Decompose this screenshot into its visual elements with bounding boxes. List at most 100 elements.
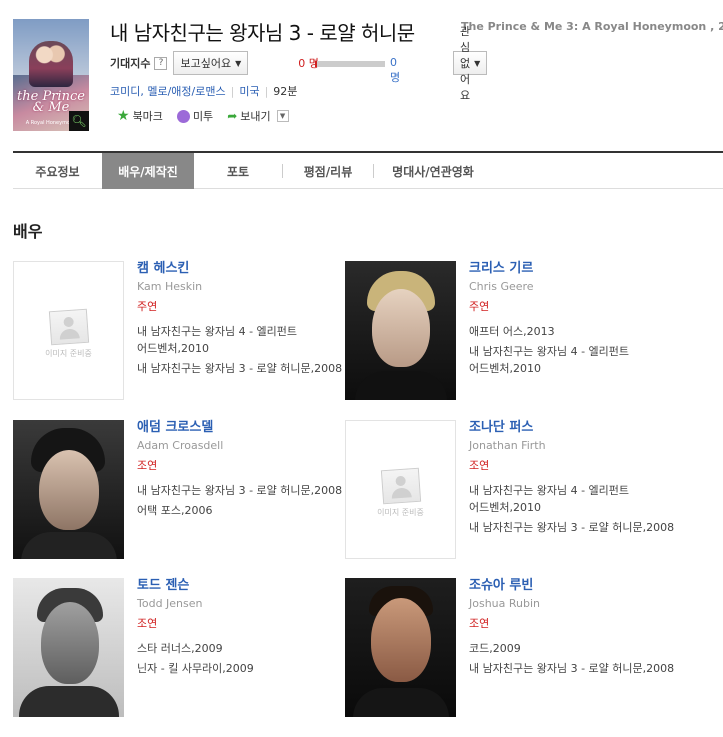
filmography: 애프터 어스,2013 내 남자친구는 왕자님 4 - 엘리펀트 어드벤처,20… xyxy=(469,323,679,377)
actor-role: 주연 xyxy=(469,300,490,313)
metoo-button[interactable]: 미투 xyxy=(176,108,214,124)
film-link[interactable]: 닌자 - 킬 사무라이,2009 xyxy=(137,660,347,677)
actor-name-link[interactable]: 조나단 퍼스 xyxy=(469,420,679,435)
actor-photo[interactable] xyxy=(13,578,124,717)
placeholder-text: 이미지 준비중 xyxy=(45,349,92,358)
divider: | xyxy=(230,85,235,98)
actor-photo-placeholder[interactable]: 이미지 준비중 xyxy=(345,420,456,559)
tab-reviews[interactable]: 평점/리뷰 xyxy=(283,153,373,189)
expectation-bar-fill xyxy=(315,61,317,67)
filmography: 코드,2009 내 남자친구는 왕자님 3 - 로얄 허니문,2008 xyxy=(469,640,679,677)
actor-card: 토드 젠슨 Todd Jensen 조연 스타 러너스,2009 닌자 - 킬 … xyxy=(13,578,353,718)
actor-name-link[interactable]: 토드 젠슨 xyxy=(137,578,347,593)
film-link[interactable]: 애프터 어스,2013 xyxy=(469,323,679,340)
not-interested-count: 0 명 xyxy=(390,56,401,84)
country-link[interactable]: 미국 xyxy=(239,85,259,98)
actor-card: 크리스 기르 Chris Geere 주연 애프터 어스,2013 내 남자친구… xyxy=(345,261,685,401)
actor-info: 조슈아 루빈 Joshua Rubin 조연 코드,2009 내 남자친구는 왕… xyxy=(469,578,679,680)
film-link[interactable]: 내 남자친구는 왕자님 3 - 로얄 허니문,2008 xyxy=(137,360,347,377)
expectation-bar xyxy=(315,61,385,67)
chevron-down-icon: ▼ xyxy=(235,58,242,68)
actor-photo[interactable] xyxy=(345,261,456,400)
actor-photo-placeholder[interactable]: 이미지 준비중 xyxy=(13,261,124,400)
actor-role: 조연 xyxy=(469,459,490,472)
filmography: 내 남자친구는 왕자님 4 - 엘리펀트 어드벤처,2010 내 남자친구는 왕… xyxy=(469,482,679,536)
runtime: 92분 xyxy=(273,85,298,98)
actor-role: 조연 xyxy=(137,459,158,472)
film-link[interactable]: 내 남자친구는 왕자님 4 - 엘리펀트 어드벤처,2010 xyxy=(137,323,347,357)
placeholder-text: 이미지 준비중 xyxy=(377,508,424,517)
bookmark-button[interactable]: ★ 북마크 xyxy=(117,108,163,124)
filmography: 스타 러너스,2009 닌자 - 킬 사무라이,2009 xyxy=(137,640,347,677)
tab-photo[interactable]: 포토 xyxy=(194,153,282,189)
not-interested-button[interactable]: 관심없어요 ▼ xyxy=(453,25,488,102)
actor-name-english: Kam Heskin xyxy=(137,280,203,293)
photo-face xyxy=(39,450,99,530)
action-row: ★ 북마크 미투 ➦ 보내기 ▼ xyxy=(117,108,303,124)
actor-card: 애덤 크로스델 Adam Croasdell 조연 내 남자친구는 왕자님 3 … xyxy=(13,420,353,560)
actor-photo[interactable] xyxy=(13,420,124,559)
film-link[interactable]: 내 남자친구는 왕자님 3 - 로얄 허니문,2008 xyxy=(469,660,679,677)
actor-card: 이미지 준비중 캠 헤스킨 Kam Heskin 주연 내 남자친구는 왕자님 … xyxy=(13,261,353,401)
star-icon: ★ xyxy=(117,108,130,124)
chevron-down-icon: ▼ xyxy=(474,58,481,68)
actor-info: 캠 헤스킨 Kam Heskin 주연 내 남자친구는 왕자님 4 - 엘리펀트… xyxy=(137,261,347,380)
actor-name-english: Joshua Rubin xyxy=(469,597,541,610)
want-to-see-button[interactable]: 보고싶어요 ▼ xyxy=(173,51,249,75)
film-link[interactable]: 어택 포스,2006 xyxy=(137,502,347,519)
actor-role: 주연 xyxy=(137,300,158,313)
film-link[interactable]: 스타 러너스,2009 xyxy=(137,640,347,657)
chevron-down-icon[interactable]: ▼ xyxy=(276,110,289,122)
film-link[interactable]: 내 남자친구는 왕자님 4 - 엘리펀트 어드벤처,2010 xyxy=(469,482,679,516)
actor-name-english: Adam Croasdell xyxy=(137,439,224,452)
section-title: 배우 xyxy=(13,222,43,241)
photo-face xyxy=(371,598,431,682)
help-icon[interactable]: ? xyxy=(154,56,168,70)
actor-photo[interactable] xyxy=(345,578,456,717)
actor-name-english: Jonathan Firth xyxy=(469,439,546,452)
genre-row: 코미디, 멜로/애정/로맨스 | 미국 | 92분 xyxy=(110,83,297,99)
send-label: 보내기 xyxy=(240,110,271,123)
zoom-icon[interactable]: 🔍︎ xyxy=(69,111,89,131)
film-link[interactable]: 내 남자친구는 왕자님 4 - 엘리펀트 어드벤처,2010 xyxy=(469,343,679,377)
actor-name-link[interactable]: 크리스 기르 xyxy=(469,261,679,276)
film-link[interactable]: 내 남자친구는 왕자님 3 - 로얄 허니문,2008 xyxy=(469,519,679,536)
movie-title-english: The Prince & Me 3: A Royal Honeymoon , 2… xyxy=(461,20,723,33)
actor-name-link[interactable]: 애덤 크로스델 xyxy=(137,420,347,435)
actor-info: 토드 젠슨 Todd Jensen 조연 스타 러너스,2009 닌자 - 킬 … xyxy=(137,578,347,680)
actor-name-link[interactable]: 캠 헤스킨 xyxy=(137,261,347,276)
image-placeholder-icon xyxy=(380,467,422,505)
actor-name-english: Chris Geere xyxy=(469,280,534,293)
not-interested-label: 관심없어요 xyxy=(460,25,471,102)
movie-title-korean: 내 남자친구는 왕자님 3 - 로얄 허니문 xyxy=(110,21,415,45)
tab-main-info[interactable]: 주요정보 xyxy=(13,153,102,189)
tab-quotes-related[interactable]: 명대사/연관영화 xyxy=(374,153,492,189)
share-icon: ➦ xyxy=(227,109,238,123)
actor-info: 애덤 크로스델 Adam Croasdell 조연 내 남자친구는 왕자님 3 … xyxy=(137,420,347,522)
photo-face xyxy=(41,602,99,684)
tab-bar: 주요정보 배우/제작진 포토 평점/리뷰 명대사/연관영화 xyxy=(13,153,723,189)
actor-card: 조슈아 루빈 Joshua Rubin 조연 코드,2009 내 남자친구는 왕… xyxy=(345,578,685,718)
movie-poster[interactable]: the Prince & Me A Royal Honeymoon 🔍︎ xyxy=(13,19,89,131)
metoo-icon xyxy=(176,109,190,123)
actor-name-english: Todd Jensen xyxy=(137,597,203,610)
poster-title: the Prince & Me xyxy=(17,89,85,115)
metoo-label: 미투 xyxy=(192,110,214,123)
filmography: 내 남자친구는 왕자님 4 - 엘리펀트 어드벤처,2010 내 남자친구는 왕… xyxy=(137,323,347,377)
film-link[interactable]: 코드,2009 xyxy=(469,640,679,657)
poster-couple-art xyxy=(29,41,73,87)
actor-info: 크리스 기르 Chris Geere 주연 애프터 어스,2013 내 남자친구… xyxy=(469,261,679,380)
actor-role: 조연 xyxy=(469,617,490,630)
genre-link[interactable]: 코미디, 멜로/애정/로맨스 xyxy=(110,85,226,98)
film-link[interactable]: 내 남자친구는 왕자님 3 - 로얄 허니문,2008 xyxy=(137,482,347,499)
image-placeholder-icon xyxy=(48,308,90,346)
actor-name-link[interactable]: 조슈아 루빈 xyxy=(469,578,679,593)
want-to-see-label: 보고싶어요 xyxy=(180,57,232,70)
send-button[interactable]: ➦ 보내기 ▼ xyxy=(227,108,289,124)
expectation-label: 기대지수 xyxy=(110,57,151,70)
photo-shoulders xyxy=(21,532,117,559)
photo-shoulders xyxy=(353,688,449,717)
tab-cast-crew[interactable]: 배우/제작진 xyxy=(102,153,194,189)
bookmark-label: 북마크 xyxy=(132,110,163,123)
expectation-row: 기대지수 ? 보고싶어요 ▼ 0 명 0 명 관심없어요 ▼ xyxy=(110,25,488,102)
